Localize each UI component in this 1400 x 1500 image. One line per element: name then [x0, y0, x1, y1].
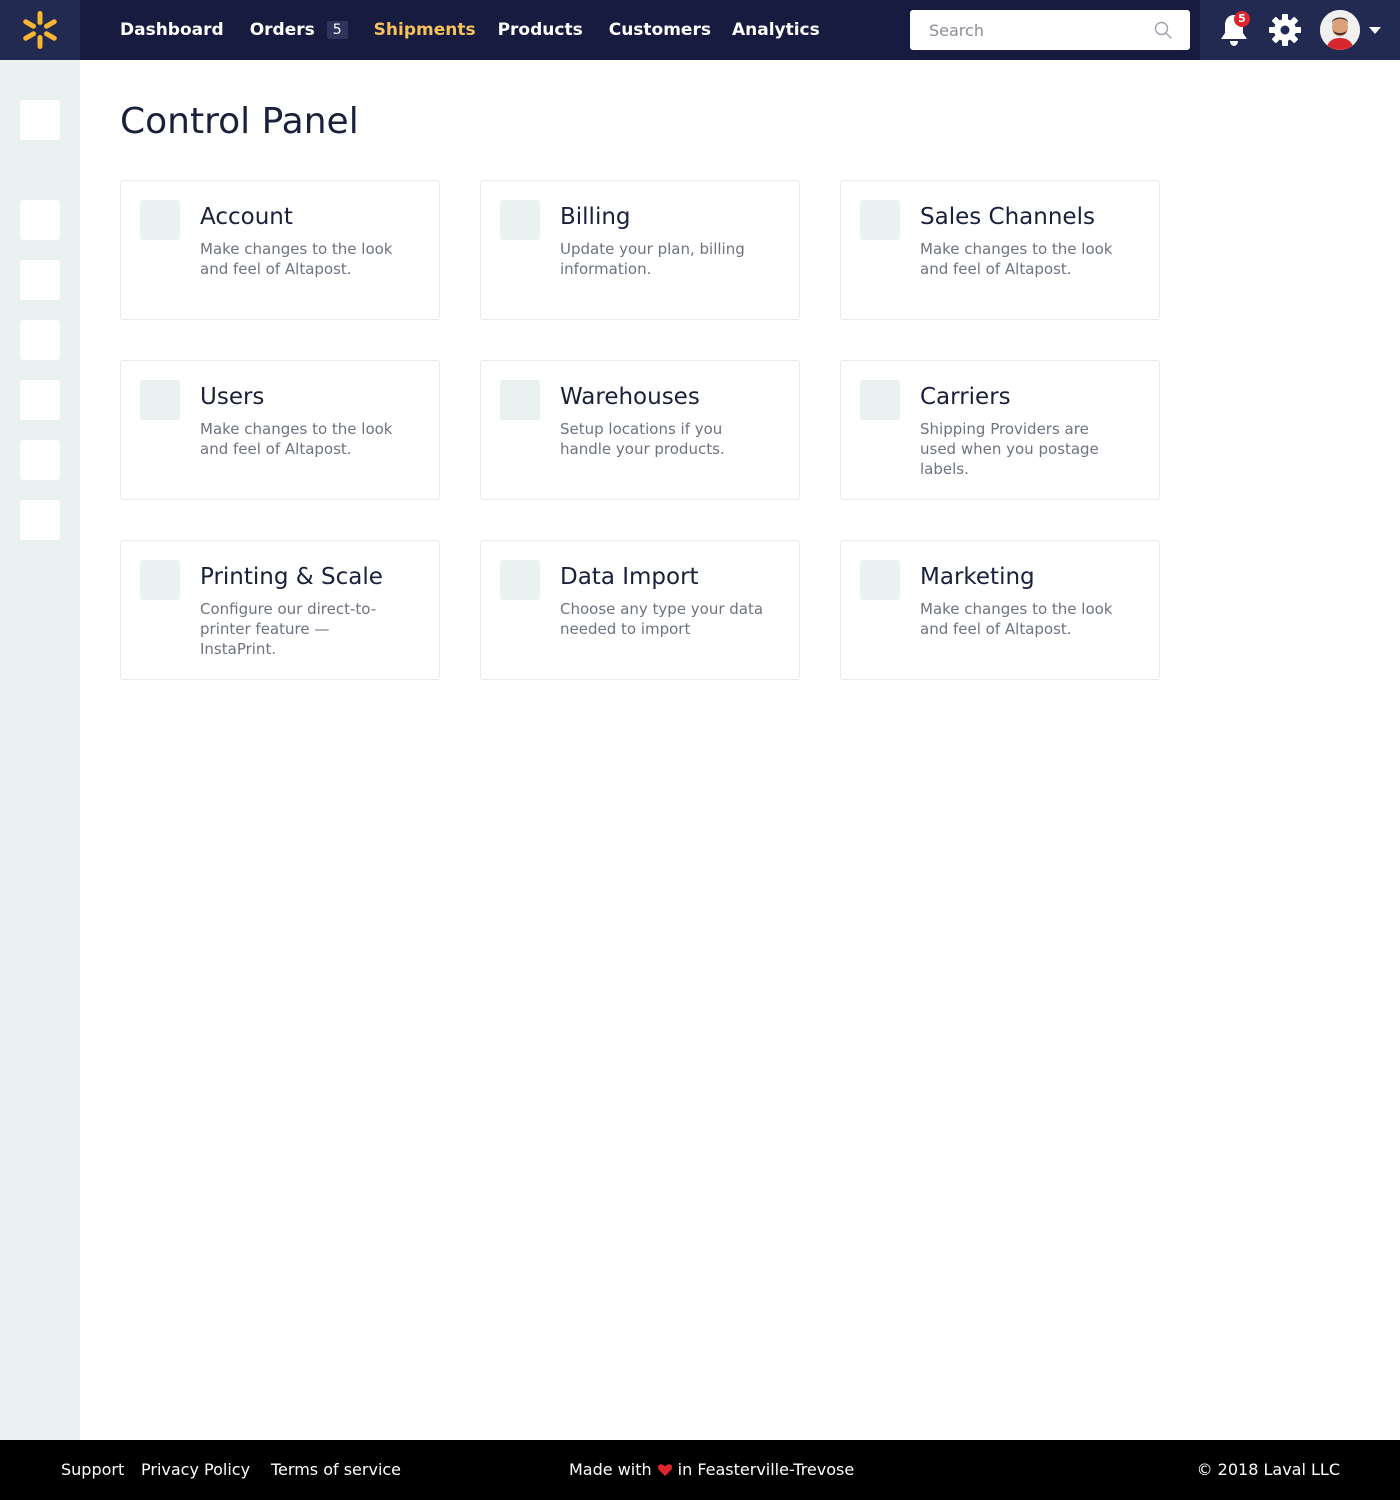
nav-shipments[interactable]: Shipments — [374, 20, 476, 40]
sidebar-item[interactable] — [20, 500, 60, 540]
card-carriers[interactable]: Carriers Shipping Providers are used whe… — [840, 360, 1160, 500]
gear-icon[interactable] — [1268, 13, 1302, 47]
sidebar-item[interactable] — [20, 260, 60, 300]
nav-dashboard[interactable]: Dashboard — [120, 20, 224, 40]
card-description: Choose any type your data needed to impo… — [560, 600, 764, 638]
card-account[interactable]: Account Make changes to the look and fee… — [120, 180, 440, 320]
card-title: Marketing — [920, 564, 1035, 590]
footer-link-privacy-policy[interactable]: Privacy Policy — [141, 1460, 250, 1479]
top-navigation-bar: Dashboard Orders 5 Shipments Products Cus… — [0, 0, 1400, 60]
sidebar-item[interactable] — [20, 100, 60, 140]
card-marketing[interactable]: Marketing Make changes to the look and f… — [840, 540, 1160, 680]
card-description: Configure our direct-to-printer feature … — [200, 600, 377, 658]
card-title: Sales Channels — [920, 204, 1095, 230]
sidebar-item[interactable] — [20, 200, 60, 240]
notification-count-badge: 5 — [1234, 11, 1250, 27]
card-printing-scale[interactable]: Printing & Scale Configure our direct-to… — [120, 540, 440, 680]
nav-products[interactable]: Products — [498, 20, 583, 40]
copyright: © 2018 Laval LLC — [1196, 1460, 1340, 1479]
caret-down-icon[interactable] — [1369, 27, 1381, 34]
made-with-text: Made with in Feasterville-Trevose — [569, 1460, 854, 1479]
card-description: Make changes to the look and feel of Alt… — [920, 600, 1113, 638]
card-description: Make changes to the look and feel of Alt… — [920, 240, 1113, 278]
account-icon — [140, 200, 180, 240]
nav-customers[interactable]: Customers — [609, 20, 711, 40]
card-description: Update your plan, billing information. — [560, 240, 745, 278]
printing-scale-icon — [140, 560, 180, 600]
card-description: Make changes to the look and feel of Alt… — [200, 240, 393, 278]
card-title: Billing — [560, 204, 631, 230]
card-title: Data Import — [560, 564, 699, 590]
nav-label: Analytics — [731, 20, 820, 40]
orders-count-badge: 5 — [326, 21, 348, 39]
sales-channels-icon — [860, 200, 900, 240]
heart-icon — [657, 1463, 672, 1476]
card-description: Shipping Providers are used when you pos… — [920, 420, 1099, 478]
footer: Support Privacy Policy Terms of service … — [0, 1440, 1400, 1500]
billing-icon — [500, 200, 540, 240]
carriers-icon — [860, 380, 900, 420]
card-warehouses[interactable]: Warehouses Setup locations if you handle… — [480, 360, 800, 500]
user-avatar[interactable] — [1320, 10, 1360, 50]
sidebar-item[interactable] — [20, 440, 60, 480]
warehouses-icon — [500, 380, 540, 420]
data-import-icon — [500, 560, 540, 600]
card-description: Setup locations if you handle your produ… — [560, 420, 725, 458]
avatar-image — [1320, 10, 1360, 50]
sidebar — [0, 60, 80, 1440]
card-description: Make changes to the look and feel of Alt… — [200, 420, 393, 458]
nav-label: Customers — [608, 20, 711, 40]
asterisk-logo-icon — [23, 11, 57, 49]
nav-analytics[interactable]: Analytics — [732, 20, 820, 40]
card-users[interactable]: Users Make changes to the look and feel … — [120, 360, 440, 500]
search-input[interactable] — [910, 11, 1140, 49]
marketing-icon — [860, 560, 900, 600]
sidebar-item[interactable] — [20, 320, 60, 360]
card-title: Carriers — [920, 384, 1011, 410]
footer-link-support[interactable]: Support — [61, 1460, 124, 1479]
card-title: Warehouses — [560, 384, 700, 410]
card-title: Account — [200, 204, 293, 230]
nav-label: Orders — [249, 20, 315, 40]
nav-label: Dashboard — [120, 20, 224, 40]
card-title: Printing & Scale — [200, 564, 383, 590]
search-box — [910, 10, 1190, 50]
footer-link-terms[interactable]: Terms of service — [271, 1460, 401, 1479]
sidebar-item[interactable] — [20, 380, 60, 420]
nav-label: Products — [497, 20, 583, 40]
nav-label: Shipments — [373, 20, 476, 40]
card-data-import[interactable]: Data Import Choose any type your data ne… — [480, 540, 800, 680]
card-title: Users — [200, 384, 265, 410]
search-icon[interactable] — [1154, 21, 1172, 39]
page-title: Control Panel — [120, 101, 359, 142]
card-sales-channels[interactable]: Sales Channels Make changes to the look … — [840, 180, 1160, 320]
made-suffix: in Feasterville-Trevose — [677, 1460, 855, 1479]
logo[interactable] — [0, 0, 80, 60]
card-billing[interactable]: Billing Update your plan, billing inform… — [480, 180, 800, 320]
made-prefix: Made with — [569, 1460, 652, 1479]
nav-orders[interactable]: Orders 5 — [250, 20, 348, 40]
users-icon — [140, 380, 180, 420]
main-nav: Dashboard Orders 5 Shipments Products Cus… — [120, 0, 846, 60]
